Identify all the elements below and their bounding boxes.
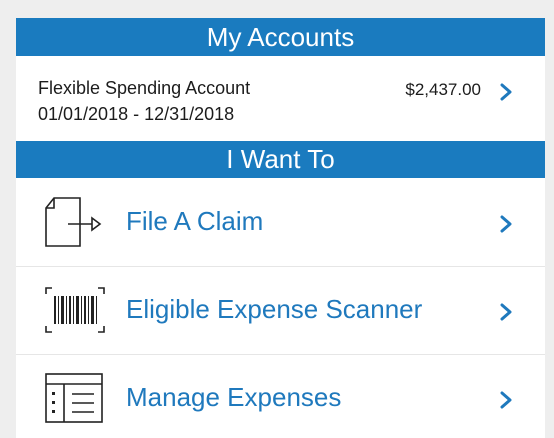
account-row-fsa[interactable]: Flexible Spending Account 01/01/2018 - 1… <box>16 56 545 141</box>
barcode-scanner-icon <box>45 287 105 333</box>
chevron-right-icon[interactable] <box>497 82 515 102</box>
expense-scanner-row[interactable]: Eligible Expense Scanner <box>16 266 545 355</box>
file-claim-label: File A Claim <box>126 206 264 236</box>
manage-expenses-label: Manage Expenses <box>126 382 342 412</box>
account-name: Flexible Spending Account <box>38 78 251 98</box>
account-balance: $2,437.00 <box>405 80 481 99</box>
expense-list-icon <box>45 373 103 423</box>
i-want-to-header: I Want To <box>16 141 545 178</box>
my-accounts-header: My Accounts <box>16 18 545 56</box>
expense-scanner-label: Eligible Expense Scanner <box>126 294 423 324</box>
file-claim-icon <box>45 197 102 247</box>
account-dates: 01/01/2018 - 12/31/2018 <box>38 104 235 124</box>
file-claim-row[interactable]: File A Claim <box>16 178 545 267</box>
manage-expenses-row[interactable]: Manage Expenses <box>16 354 545 438</box>
chevron-right-icon[interactable] <box>497 302 515 322</box>
chevron-right-icon[interactable] <box>497 390 515 410</box>
main-card: My Accounts Flexible Spending Account 01… <box>16 18 545 438</box>
chevron-right-icon[interactable] <box>497 214 515 234</box>
